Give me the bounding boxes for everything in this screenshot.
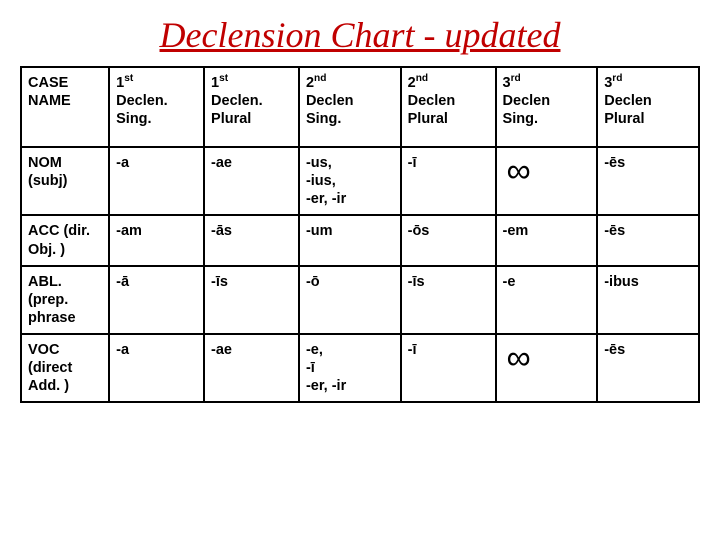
header-col-1: 1st Declen. Sing.: [109, 67, 204, 147]
cell: -ās: [204, 215, 299, 265]
header-declension: Declen: [503, 93, 551, 109]
cell: -e: [496, 266, 598, 334]
header-number: Plural: [211, 111, 251, 127]
cell: -ēs: [597, 334, 699, 402]
header-ordinal-sup: rd: [511, 73, 521, 84]
header-ordinal: 2: [408, 75, 416, 91]
header-col-2: 1st Declen. Plural: [204, 67, 299, 147]
table-row: NOM (subj)-a-ae-us,-ius,-er, -ir-ī∞ -ēs: [21, 147, 699, 215]
cell: -ibus: [597, 266, 699, 334]
header-case: CASE NAME: [21, 67, 109, 147]
cell: -am: [109, 215, 204, 265]
table-body: NOM (subj)-a-ae-us,-ius,-er, -ir-ī∞-ēsAC…: [21, 147, 699, 402]
header-col-6: 3rd Declen Plural: [597, 67, 699, 147]
header-number: Sing.: [116, 111, 151, 127]
cell: -ēs: [597, 147, 699, 215]
declension-table: CASE NAME 1st Declen. Sing. 1st Declen. …: [20, 66, 700, 403]
header-ordinal: 1: [211, 75, 219, 91]
cell: -a: [109, 147, 204, 215]
table-header-row: CASE NAME 1st Declen. Sing. 1st Declen. …: [21, 67, 699, 147]
header-number: Plural: [604, 111, 644, 127]
header-declension: Declen.: [211, 93, 263, 109]
cell: -em: [496, 215, 598, 265]
header-ordinal-sup: nd: [314, 73, 326, 84]
table-row: VOC (direct Add. )-a-ae-e,-ī-er, -ir-ī∞ -…: [21, 334, 699, 402]
header-col-5: 3rd Declen Sing.: [496, 67, 598, 147]
cell: -ō: [299, 266, 401, 334]
cell: -ae: [204, 147, 299, 215]
header-declension: Declen: [408, 93, 456, 109]
infinity-icon: ∞: [503, 152, 531, 190]
header-ordinal: 3: [503, 75, 511, 91]
cell: -ā: [109, 266, 204, 334]
row-label: ABL. (prep. phrase: [21, 266, 109, 334]
header-number: Sing.: [306, 111, 341, 127]
infinity-icon: ∞: [503, 339, 531, 377]
table-row: ACC (dir. Obj. )-am-ās-um-ōs-em-ēs: [21, 215, 699, 265]
page: Declension Chart - updated CASE NAME 1st…: [0, 0, 720, 540]
cell: ∞: [496, 334, 598, 402]
header-declension: Declen: [306, 93, 354, 109]
cell: -e,-ī-er, -ir: [299, 334, 401, 402]
header-ordinal-sup: nd: [416, 73, 428, 84]
header-declension: Declen.: [116, 93, 168, 109]
header-ordinal-sup: rd: [612, 73, 622, 84]
cell: -īs: [204, 266, 299, 334]
header-ordinal-sup: st: [124, 73, 133, 84]
header-ordinal-sup: st: [219, 73, 228, 84]
header-col-4: 2nd Declen Plural: [401, 67, 496, 147]
header-ordinal: 1: [116, 75, 124, 91]
cell: -us,-ius,-er, -ir: [299, 147, 401, 215]
header-number: Sing.: [503, 111, 538, 127]
cell: -ī: [401, 147, 496, 215]
cell: -īs: [401, 266, 496, 334]
cell: ∞: [496, 147, 598, 215]
header-number: Plural: [408, 111, 448, 127]
cell: -ōs: [401, 215, 496, 265]
row-label: VOC (direct Add. ): [21, 334, 109, 402]
cell: -a: [109, 334, 204, 402]
row-label: ACC (dir. Obj. ): [21, 215, 109, 265]
header-ordinal: 2: [306, 75, 314, 91]
header-col-3: 2nd Declen Sing.: [299, 67, 401, 147]
cell: -ae: [204, 334, 299, 402]
row-label: NOM (subj): [21, 147, 109, 215]
table-row: ABL. (prep. phrase-ā-īs-ō-īs-e-ibus: [21, 266, 699, 334]
cell: -um: [299, 215, 401, 265]
header-declension: Declen: [604, 93, 652, 109]
cell: -ī: [401, 334, 496, 402]
page-title: Declension Chart - updated: [20, 14, 700, 56]
cell: -ēs: [597, 215, 699, 265]
